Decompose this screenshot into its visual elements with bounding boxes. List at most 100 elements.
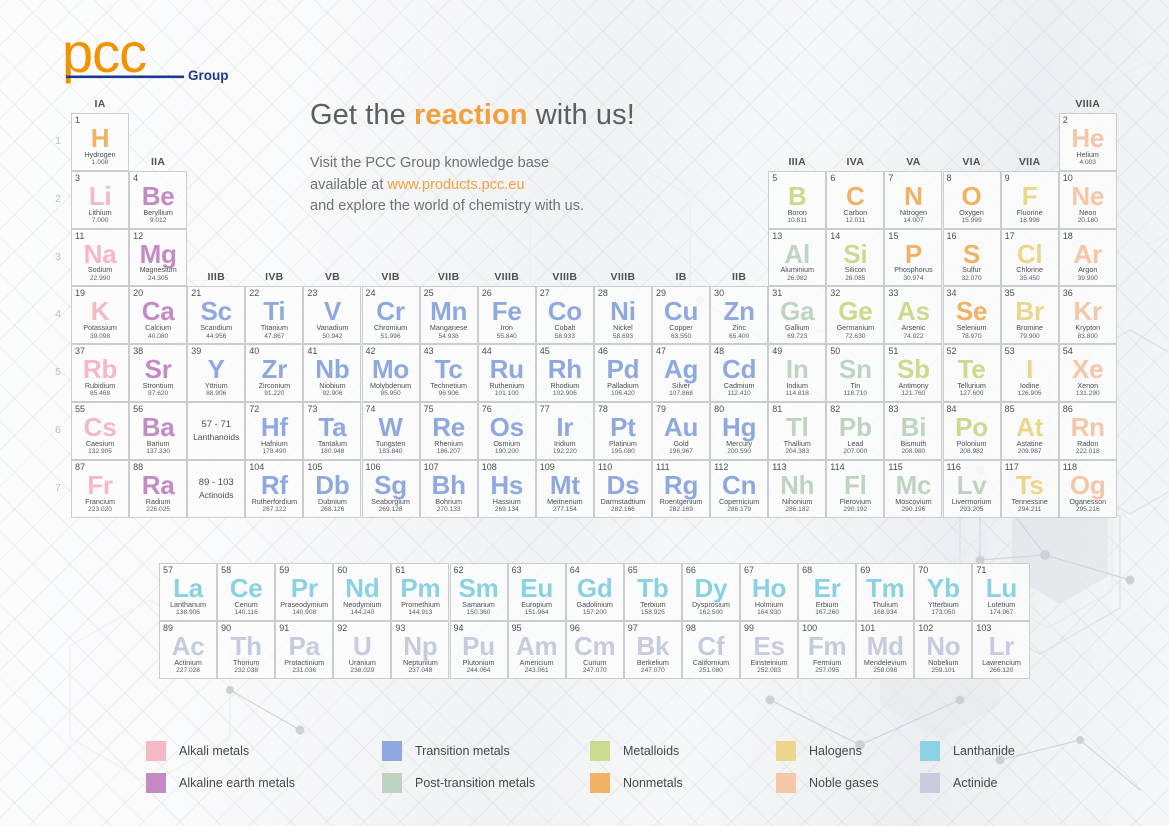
element-cell-ti[interactable]: 22 Ti Titanium 47.867 (245, 286, 304, 345)
element-cell-sb[interactable]: 51 Sb Antimony 121.760 (884, 344, 943, 402)
element-cell-u[interactable]: 92 U Uranium 238.029 (333, 620, 392, 679)
element-cell-c[interactable]: 6 C Carbon 12.011 (826, 170, 885, 229)
element-cell-tl[interactable]: 81 Tl Thallium 204.383 (768, 402, 827, 460)
element-cell-pa[interactable]: 91 Pa Protactinium 231.036 (275, 620, 334, 679)
element-cell-mg[interactable]: 12 Mg Magnesium 24.305 (129, 228, 188, 287)
element-cell-dy[interactable]: 66 Dy Dysprosium 162.500 (681, 563, 740, 621)
element-cell-rb[interactable]: 37 Rb Rubidium 85.468 (71, 344, 130, 402)
element-cell-os[interactable]: 76 Os Osmium 190.200 (477, 402, 536, 460)
element-cell-fm[interactable]: 100 Fm Fermium 257.095 (798, 620, 857, 679)
element-cell-hs[interactable]: 108 Hs Hassium 269.134 (477, 459, 536, 518)
element-cell-pt[interactable]: 78 Pt Platinum 195.080 (593, 402, 652, 460)
element-cell-n[interactable]: 7 N Nitrogen 14.007 (884, 170, 943, 229)
element-cell-bk[interactable]: 97 Bk Berkelium 247.070 (623, 620, 682, 679)
element-cell-zn[interactable]: 30 Zn Zinc 65.400 (710, 286, 769, 345)
element-cell-se[interactable]: 34 Se Selenium 78.970 (942, 286, 1001, 345)
element-cell-ra[interactable]: 88 Ra Radium 226.025 (129, 459, 188, 518)
element-cell-v[interactable]: 23 V Vanadium 50.942 (303, 286, 362, 345)
element-cell-b[interactable]: 5 B Boron 10.811 (768, 170, 827, 229)
element-cell-kr[interactable]: 36 Kr Krypton 83.800 (1058, 286, 1117, 345)
element-cell-mn[interactable]: 25 Mn Manganese 54.938 (419, 286, 478, 345)
element-cell-cs[interactable]: 55 Cs Caesium 132.905 (71, 402, 130, 460)
element-cell-te[interactable]: 52 Te Tellurium 127.600 (942, 344, 1001, 402)
element-cell-cr[interactable]: 24 Cr Chromium 51.996 (361, 286, 420, 345)
element-cell-be[interactable]: 4 Be Beryllium 9.012 (129, 170, 188, 229)
element-cell-rg[interactable]: 111 Rg Roentgenium 282.169 (652, 459, 711, 518)
element-cell-lu[interactable]: 71 Lu Lutetium 174.967 (972, 563, 1031, 621)
element-cell-br[interactable]: 35 Br Bromine 79.900 (1000, 286, 1059, 345)
element-cell-mo[interactable]: 42 Mo Molybdenum 95.950 (361, 344, 420, 402)
element-cell-pr[interactable]: 59 Pr Praseodymium 140.908 (275, 563, 334, 621)
series-placeholder-actinoids[interactable]: 89 - 103 Actinoids (187, 459, 246, 518)
element-cell-rn[interactable]: 86 Rn Radon 222.018 (1058, 402, 1117, 460)
element-cell-sg[interactable]: 106 Sg Seaborgium 269.128 (361, 459, 420, 518)
element-cell-cn[interactable]: 112 Cn Copernicium 286.179 (710, 459, 769, 518)
element-cell-sc[interactable]: 21 Sc Scandium 44.956 (187, 286, 246, 345)
element-cell-ho[interactable]: 67 Ho Holmium 164.930 (740, 563, 799, 621)
element-cell-pu[interactable]: 94 Pu Plutonium 244.064 (449, 620, 508, 679)
element-cell-fr[interactable]: 87 Fr Francium 223.020 (71, 459, 130, 518)
element-cell-tb[interactable]: 65 Tb Terbium 158.925 (623, 563, 682, 621)
element-cell-si[interactable]: 14 Si Silicon 28.085 (826, 228, 885, 287)
element-cell-ir[interactable]: 77 Ir Iridium 192.220 (535, 402, 594, 460)
element-cell-cf[interactable]: 98 Cf Californium 251.080 (681, 620, 740, 679)
element-cell-og[interactable]: 118 Og Oganesson 295.216 (1058, 459, 1117, 518)
element-cell-y[interactable]: 39 Y Yttrium 88.906 (187, 344, 246, 402)
element-cell-nd[interactable]: 60 Nd Neodymium 144.240 (333, 563, 392, 621)
element-cell-sn[interactable]: 50 Sn Tin 118.710 (826, 344, 885, 402)
element-cell-f[interactable]: 9 F Fluorine 18.998 (1000, 170, 1059, 229)
element-cell-ba[interactable]: 56 Ba Barium 137.330 (129, 402, 188, 460)
element-cell-no[interactable]: 102 No Nobelium 259.101 (914, 620, 973, 679)
element-cell-hf[interactable]: 72 Hf Hafnium 178.490 (245, 402, 304, 460)
element-cell-he[interactable]: 2 He Helium 4.003 (1058, 113, 1117, 171)
element-cell-i[interactable]: 53 I Iodine 126.905 (1000, 344, 1059, 402)
element-cell-k[interactable]: 19 K Potassium 39.098 (71, 286, 130, 345)
element-cell-in[interactable]: 49 In Indium 114.818 (768, 344, 827, 402)
element-cell-nh[interactable]: 113 Nh Nihonium 286.182 (768, 459, 827, 518)
element-cell-au[interactable]: 79 Au Gold 196.967 (652, 402, 711, 460)
element-cell-er[interactable]: 68 Er Erbium 167.260 (798, 563, 857, 621)
element-cell-po[interactable]: 84 Po Polonium 208.982 (942, 402, 1001, 460)
element-cell-ne[interactable]: 10 Ne Neon 20.180 (1058, 170, 1117, 229)
element-cell-pd[interactable]: 46 Pd Palladium 106.420 (593, 344, 652, 402)
element-cell-zr[interactable]: 40 Zr Zirconium 91.220 (245, 344, 304, 402)
element-cell-am[interactable]: 95 Am Americium 243.061 (507, 620, 566, 679)
element-cell-rh[interactable]: 45 Rh Rhodium 102.906 (535, 344, 594, 402)
element-cell-tm[interactable]: 69 Tm Thulium 168.934 (856, 563, 915, 621)
element-cell-ag[interactable]: 47 Ag Silver 107.868 (652, 344, 711, 402)
element-cell-ca[interactable]: 20 Ca Calcium 40.080 (129, 286, 188, 345)
element-cell-cu[interactable]: 29 Cu Copper 63.550 (652, 286, 711, 345)
element-cell-re[interactable]: 75 Re Rhenium 186.207 (419, 402, 478, 460)
element-cell-gd[interactable]: 64 Gd Gadolinium 157.200 (565, 563, 624, 621)
element-cell-p[interactable]: 15 P Phosphorus 30.974 (884, 228, 943, 287)
element-cell-xe[interactable]: 54 Xe Xenon 131.290 (1058, 344, 1117, 402)
element-cell-na[interactable]: 11 Na Sodium 22.990 (71, 228, 130, 287)
element-cell-li[interactable]: 3 Li Lithium 7.000 (71, 170, 130, 229)
element-cell-ts[interactable]: 117 Ts Tennessine 294.211 (1000, 459, 1059, 518)
element-cell-lr[interactable]: 103 Lr Lawrencium 266.120 (972, 620, 1031, 679)
element-cell-bi[interactable]: 83 Bi Bismuth 208.980 (884, 402, 943, 460)
element-cell-w[interactable]: 74 W Tungsten 183.840 (361, 402, 420, 460)
element-cell-cd[interactable]: 48 Cd Cadmium 112.410 (710, 344, 769, 402)
element-cell-pb[interactable]: 82 Pb Lead 207.000 (826, 402, 885, 460)
element-cell-es[interactable]: 99 Es Einsteinium 252.083 (740, 620, 799, 679)
element-cell-at[interactable]: 85 At Astatine 209.987 (1000, 402, 1059, 460)
element-cell-th[interactable]: 90 Th Thorium 232.038 (217, 620, 276, 679)
products-pcc-eu-link[interactable]: www.products.pcc.eu (387, 177, 524, 193)
element-cell-eu[interactable]: 63 Eu Europium 151.964 (507, 563, 566, 621)
element-cell-pm[interactable]: 61 Pm Promethium 144.913 (391, 563, 450, 621)
element-cell-yb[interactable]: 70 Yb Ytterbium 173.050 (914, 563, 973, 621)
element-cell-fe[interactable]: 26 Fe Iron 55.840 (477, 286, 536, 345)
element-cell-ar[interactable]: 18 Ar Argon 39.900 (1058, 228, 1117, 287)
element-cell-fl[interactable]: 114 Fl Flerovium 290.192 (826, 459, 885, 518)
element-cell-tc[interactable]: 43 Tc Technetium 96.906 (419, 344, 478, 402)
series-placeholder-lanthanoids[interactable]: 57 - 71 Lanthanoids (187, 402, 246, 460)
element-cell-o[interactable]: 8 O Oxygen 15.999 (942, 170, 1001, 229)
element-cell-lv[interactable]: 116 Lv Livermorium 293.205 (942, 459, 1001, 518)
element-cell-as[interactable]: 33 As Arsenic 74.922 (884, 286, 943, 345)
element-cell-cm[interactable]: 96 Cm Curium 247.070 (565, 620, 624, 679)
element-cell-np[interactable]: 93 Np Neptunium 237.048 (391, 620, 450, 679)
element-cell-ga[interactable]: 31 Ga Gallium 69.723 (768, 286, 827, 345)
element-cell-cl[interactable]: 17 Cl Chlorine 35.450 (1000, 228, 1059, 287)
element-cell-sm[interactable]: 62 Sm Samarium 150.360 (449, 563, 508, 621)
